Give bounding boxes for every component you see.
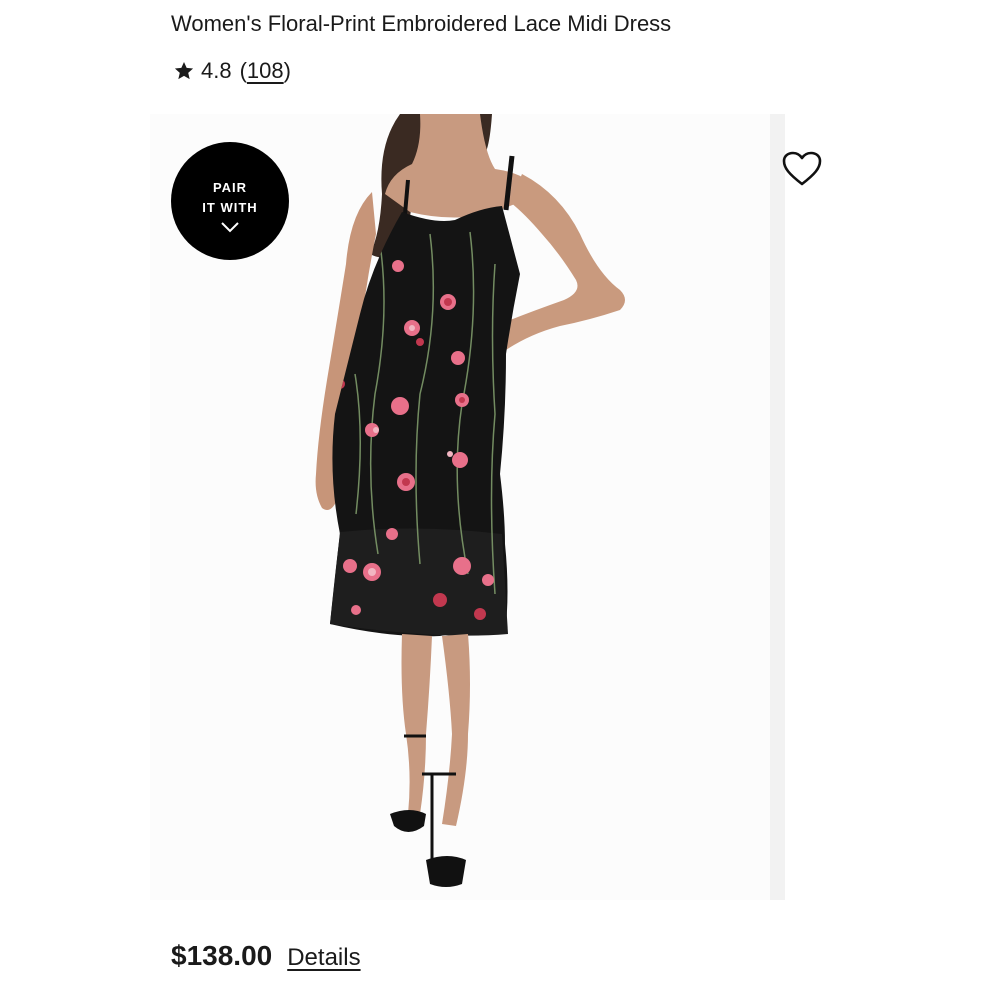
review-count-open: ( [239, 58, 247, 83]
details-link[interactable]: Details [287, 944, 360, 972]
rating-value: 4.8 [201, 58, 232, 83]
price: $138.00 [171, 940, 273, 971]
chevron-down-icon [221, 222, 239, 233]
price-row: $138.00 Details [171, 940, 361, 980]
rating-row[interactable]: 4.8 (108) [173, 56, 291, 86]
pair-it-with-button[interactable]: PAIR IT WITH [171, 142, 289, 260]
heart-outline-icon[interactable] [781, 150, 823, 188]
star-icon [174, 62, 194, 80]
pair-line-1: PAIR [212, 180, 248, 195]
review-count-link[interactable]: 108 [247, 58, 284, 84]
product-title: Women's Floral-Print Embroidered Lace Mi… [171, 11, 672, 36]
review-count-close: ) [283, 58, 291, 83]
product-page: Women's Floral-Print Embroidered Lace Mi… [0, 0, 1000, 1000]
pair-line-2: IT WITH [202, 200, 258, 215]
